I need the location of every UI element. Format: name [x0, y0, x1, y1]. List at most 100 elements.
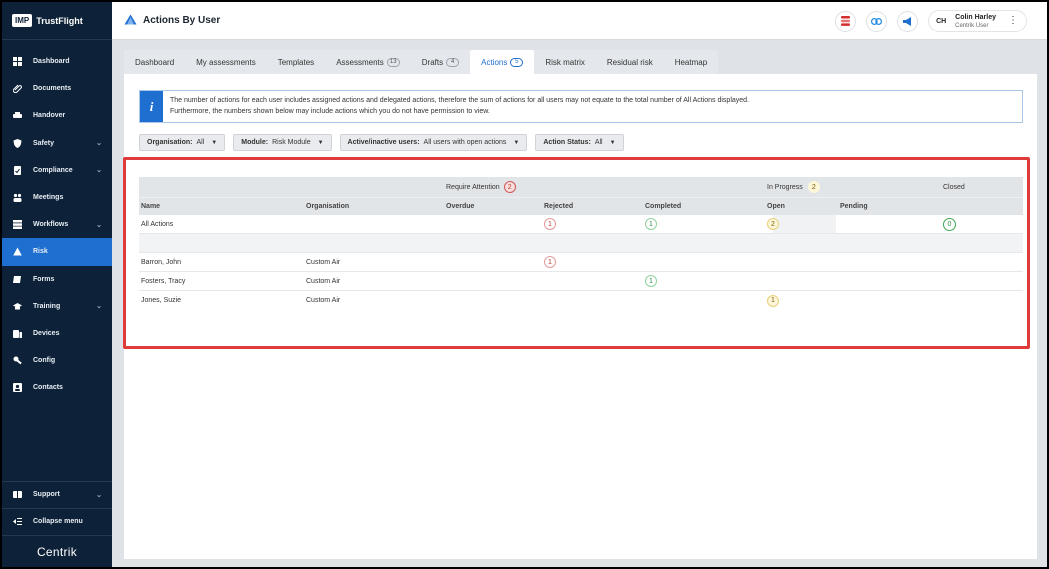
group-label: Require Attention [446, 183, 500, 191]
tab-drafts[interactable]: Drafts 4 [410, 50, 471, 74]
sidebar-item-label: Contacts [33, 384, 63, 392]
sidebar-item-label: Compliance [33, 166, 73, 174]
stack-icon [841, 16, 851, 26]
open-count[interactable]: 2 [767, 218, 779, 230]
tab-dashboard[interactable]: Dashboard [124, 50, 186, 74]
sidebar-bottom: Support ⌄ Collapse menu Centrik [2, 480, 112, 567]
sidebar-item-support[interactable]: Support ⌄ [2, 480, 112, 508]
tab-risk-matrix[interactable]: Risk matrix [534, 50, 596, 74]
chevron-down-icon: ⌄ [96, 167, 102, 175]
tab-templates[interactable]: Templates [266, 50, 326, 74]
chevron-down-icon: ▼ [609, 139, 616, 146]
row-name: Jones, Suzie [141, 297, 182, 304]
brand-logo: IMP [12, 14, 33, 27]
tab-assessments[interactable]: Assessments 13 [325, 50, 411, 74]
tab-label: My assessments [196, 57, 256, 67]
sidebar-item-label: Documents [33, 85, 72, 93]
sidebar-item-handover[interactable]: Handover [2, 102, 112, 129]
sidebar-item-label: Workflows [33, 221, 69, 229]
user-menu[interactable]: CH Colin Harley Centrik User ⋮ [928, 10, 1027, 32]
collapse-icon [13, 517, 22, 526]
closed-count[interactable]: 0 [943, 217, 956, 231]
sidebar-item-config[interactable]: Config [2, 347, 112, 374]
tab-heatmap[interactable]: Heatmap [663, 50, 719, 74]
completed-count[interactable]: 1 [645, 218, 657, 230]
row-name: All Actions [141, 220, 174, 228]
sidebar-item-contacts[interactable]: Contacts [2, 374, 112, 401]
group-label: In Progress [767, 183, 803, 191]
tab-label: Risk matrix [545, 57, 585, 67]
filter-label: Active/inactive users: [347, 139, 420, 146]
filter-label: Action Status: [543, 139, 591, 146]
tab-my-assessments[interactable]: My assessments [185, 50, 267, 74]
stack-menu-button[interactable] [835, 10, 857, 32]
risk-icon [13, 247, 22, 256]
col-open[interactable]: Open [767, 198, 785, 215]
rejected-count[interactable]: 1 [544, 218, 556, 230]
sidebar-item-compliance[interactable]: Compliance ⌄ [2, 157, 112, 184]
centrik-logo: Centrik [2, 535, 112, 567]
devices-icon [13, 329, 22, 338]
filter-value: All users with open actions [423, 139, 507, 146]
tab-count-badge: 5 [510, 57, 524, 67]
paperclip-icon [13, 84, 22, 94]
active-users-filter[interactable]: Active/inactive users: All users with ope… [339, 134, 528, 151]
table-row: Jones, Suzie Custom Air 1 [139, 291, 1023, 310]
col-overdue[interactable]: Overdue [446, 198, 474, 215]
avatar: CH [936, 17, 947, 25]
sidebar-item-risk[interactable]: Risk [2, 238, 112, 266]
sidebar-item-label: Forms [33, 275, 55, 283]
sidebar-item-label: Meetings [33, 194, 64, 202]
col-completed[interactable]: Completed [645, 198, 681, 215]
col-organisation[interactable]: Organisation [306, 198, 349, 215]
tab-residual-risk[interactable]: Residual risk [595, 50, 664, 74]
brand[interactable]: IMP TrustFlight [2, 2, 112, 40]
sidebar-item-dashboard[interactable]: Dashboard [2, 48, 112, 75]
tab-count-badge: 4 [446, 57, 460, 67]
compliance-icon [13, 165, 22, 175]
col-rejected[interactable]: Rejected [544, 198, 573, 215]
rejected-count[interactable]: 1 [544, 256, 556, 268]
sidebar-item-training[interactable]: Training ⌄ [2, 293, 112, 320]
contacts-icon [13, 383, 22, 393]
table-row: Barron, John Custom Air 1 [139, 253, 1023, 272]
group-closed: Closed [943, 183, 965, 191]
open-count[interactable]: 1 [767, 294, 779, 307]
sidebar-item-documents[interactable]: Documents [2, 75, 112, 102]
sidebar-item-meetings[interactable]: Meetings [2, 184, 112, 211]
tab-label: Actions [481, 57, 508, 67]
tab-label: Residual risk [606, 57, 653, 67]
table-column-header: Name Organisation Overdue Rejected Compl… [139, 197, 1023, 215]
table-row: Fosters, Tracy Custom Air 1 [139, 272, 1023, 291]
info-line-1: The number of actions for each user incl… [170, 97, 750, 104]
sidebar: IMP TrustFlight Dashboard Documents Hand… [2, 2, 112, 567]
info-text: The number of actions for each user incl… [163, 91, 756, 122]
sidebar-item-safety[interactable]: Safety ⌄ [2, 130, 112, 157]
chevron-down-icon: ▼ [211, 139, 218, 146]
handover-icon [13, 111, 22, 120]
support-icon [13, 490, 22, 499]
tab-label: Dashboard [135, 57, 175, 67]
organisation-filter[interactable]: Organisation: All ▼ [139, 134, 226, 151]
chevron-down-icon: ▼ [513, 139, 520, 146]
row-name: Fosters, Tracy [141, 277, 186, 285]
sidebar-item-workflows[interactable]: Workflows ⌄ [2, 211, 112, 238]
megaphone-icon [902, 16, 911, 26]
action-status-filter[interactable]: Action Status: All ▼ [535, 134, 624, 151]
filter-label: Organisation: [147, 139, 193, 146]
completed-count[interactable]: 1 [645, 275, 657, 287]
collapse-menu-button[interactable]: Collapse menu [2, 507, 112, 535]
filter-bar: Organisation: All ▼ Module: Risk Module ▼ Ac… [139, 134, 624, 151]
sidebar-item-label: Devices [33, 329, 60, 337]
group-in-progress: In Progress 2 [767, 177, 820, 197]
more-vertical-icon[interactable]: ⋮ [1008, 16, 1018, 26]
col-pending[interactable]: Pending [840, 198, 868, 215]
announcements-button[interactable] [897, 10, 919, 32]
tab-actions[interactable]: Actions 5 [470, 50, 535, 74]
sidebar-item-devices[interactable]: Devices [2, 320, 112, 347]
module-filter[interactable]: Module: Risk Module ▼ [233, 134, 332, 151]
link-button[interactable] [866, 10, 888, 32]
col-name[interactable]: Name [141, 198, 160, 215]
sidebar-item-forms[interactable]: Forms [2, 266, 112, 293]
group-count-badge: 2 [807, 181, 820, 193]
